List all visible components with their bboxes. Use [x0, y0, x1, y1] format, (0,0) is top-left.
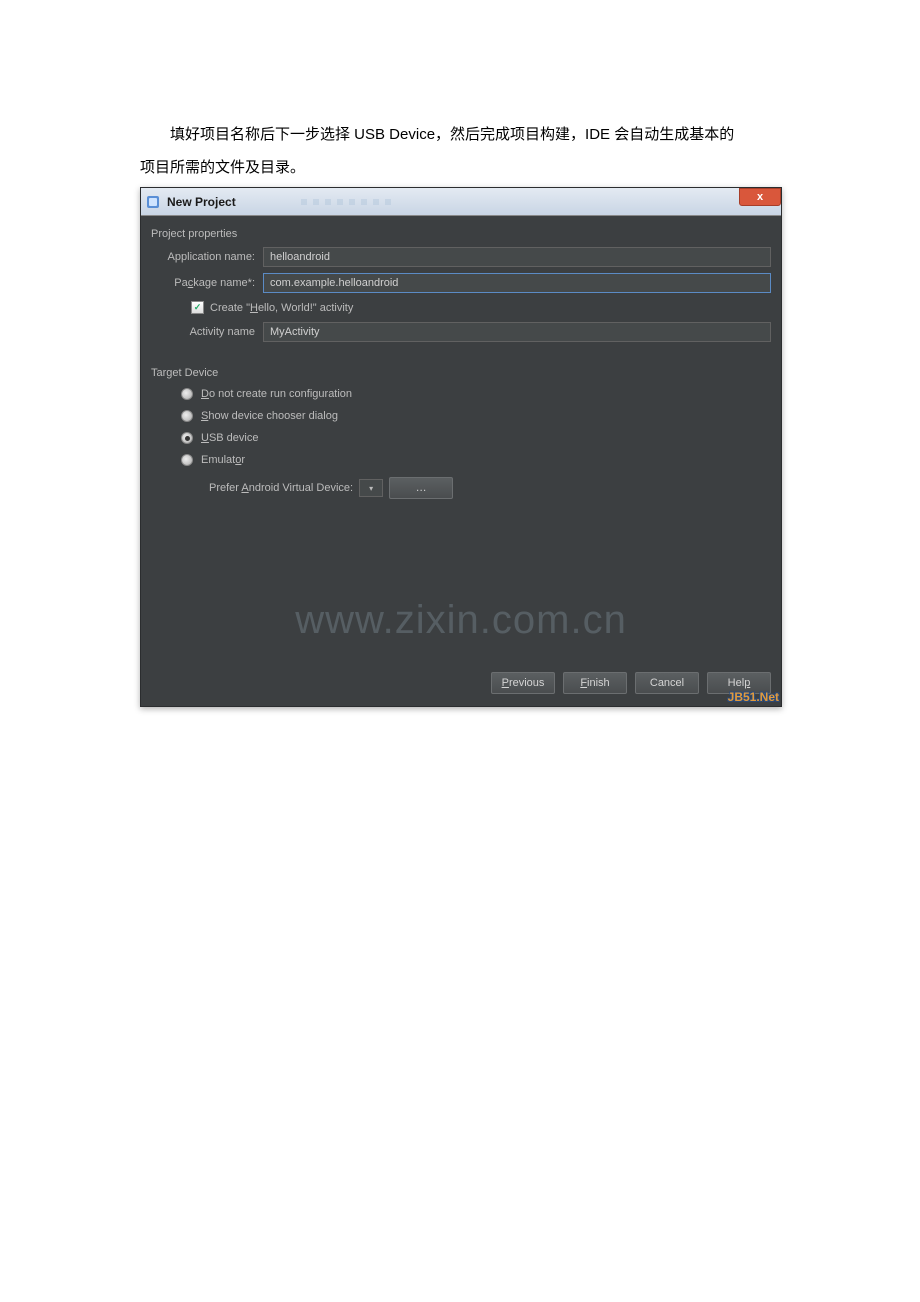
titlebar-background-dots: [301, 199, 391, 205]
radio-emulator[interactable]: Emulator: [151, 449, 771, 471]
titlebar[interactable]: New Project x: [141, 188, 781, 216]
row-prefer-avd: Prefer Android Virtual Device: ▾ …: [151, 471, 771, 505]
radio-show-chooser[interactable]: Show device chooser dialog: [151, 405, 771, 427]
radio-icon: [181, 410, 193, 422]
doc-text-line2: 项目所需的文件及目录。: [140, 159, 305, 176]
row-create-hello[interactable]: ✓ Create "Hello, World!" activity: [151, 296, 771, 319]
doc-text-bold: USB Device: [354, 126, 435, 143]
button-bar: Previous Finish Cancel Help: [141, 662, 781, 706]
label-app-name: Application name:: [167, 251, 263, 263]
radio-icon: [181, 454, 193, 466]
label-prefer-avd: Prefer Android Virtual Device:: [209, 482, 353, 494]
close-icon: x: [757, 191, 763, 203]
section-project-properties: Project properties: [151, 224, 771, 244]
row-package-name: Package name*:: [151, 270, 771, 296]
new-project-dialog: New Project x Project properties Applica…: [140, 187, 782, 707]
radio-no-run-config[interactable]: Do not create run configuration: [151, 383, 771, 405]
doc-text-pre: 填好项目名称后下一步选择: [170, 126, 354, 143]
previous-button[interactable]: Previous: [491, 672, 555, 694]
checkbox-icon: ✓: [191, 301, 204, 314]
cancel-button[interactable]: Cancel: [635, 672, 699, 694]
input-package-name[interactable]: [263, 273, 771, 293]
radio-label: Emulator: [201, 454, 245, 466]
avd-browse-button[interactable]: …: [389, 477, 453, 499]
radio-label: USB device: [201, 432, 258, 444]
radio-label: Show device chooser dialog: [201, 410, 338, 422]
row-app-name: Application name:: [151, 244, 771, 270]
close-button[interactable]: x: [739, 188, 781, 206]
window-title: New Project: [167, 195, 236, 209]
dialog-content: Project properties Application name: Pac…: [141, 216, 781, 662]
radio-label: Do not create run configuration: [201, 388, 352, 400]
source-badge: JB51.Net: [728, 690, 779, 704]
radio-icon: [181, 432, 193, 444]
avd-combo[interactable]: ▾: [359, 479, 383, 497]
section-target-device: Target Device: [151, 363, 771, 383]
app-icon: [145, 194, 161, 210]
input-activity-name[interactable]: [263, 322, 771, 342]
document-text: 填好项目名称后下一步选择 USB Device，然后完成项目构建，IDE 会自动…: [140, 118, 800, 184]
radio-usb-device[interactable]: USB device: [151, 427, 771, 449]
input-app-name[interactable]: [263, 247, 771, 267]
label-activity-name: Activity name: [167, 326, 263, 338]
doc-text-post: ，然后完成项目构建，IDE 会自动生成基本的: [435, 126, 734, 143]
label-package-name: Package name*:: [167, 277, 263, 289]
watermark: www.zixin.com.cn: [141, 598, 781, 643]
finish-button[interactable]: Finish: [563, 672, 627, 694]
radio-icon: [181, 388, 193, 400]
label-create-hello: Create "Hello, World!" activity: [210, 302, 353, 314]
row-activity-name: Activity name: [151, 319, 771, 345]
